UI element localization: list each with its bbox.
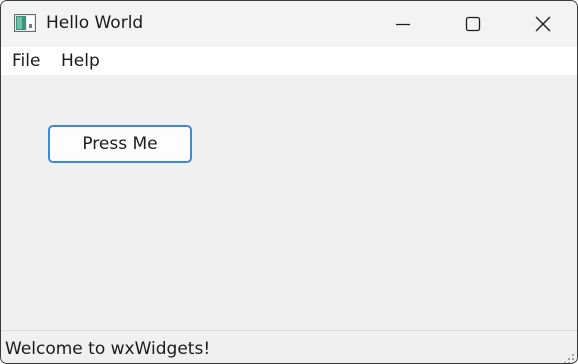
app-window: Hello World File Help Press Me Welcome t… <box>0 0 578 364</box>
minimize-icon <box>395 16 411 32</box>
menu-file[interactable]: File <box>12 51 40 71</box>
press-me-button[interactable]: Press Me <box>48 125 192 163</box>
minimize-button[interactable] <box>368 1 438 47</box>
menu-help[interactable]: Help <box>61 51 100 71</box>
resize-grip-icon[interactable] <box>563 350 575 363</box>
status-text: Welcome to wxWidgets! <box>5 339 211 359</box>
status-bar: Welcome to wxWidgets! <box>1 330 577 363</box>
menu-bar: File Help <box>1 47 577 75</box>
title-bar[interactable]: Hello World <box>1 1 577 47</box>
close-button[interactable] <box>508 1 577 47</box>
client-area: Press Me <box>1 75 577 330</box>
window-title: Hello World <box>46 13 144 33</box>
close-icon <box>535 16 551 32</box>
maximize-button[interactable] <box>438 1 508 47</box>
app-window-icon <box>14 14 36 32</box>
maximize-icon <box>465 16 481 32</box>
